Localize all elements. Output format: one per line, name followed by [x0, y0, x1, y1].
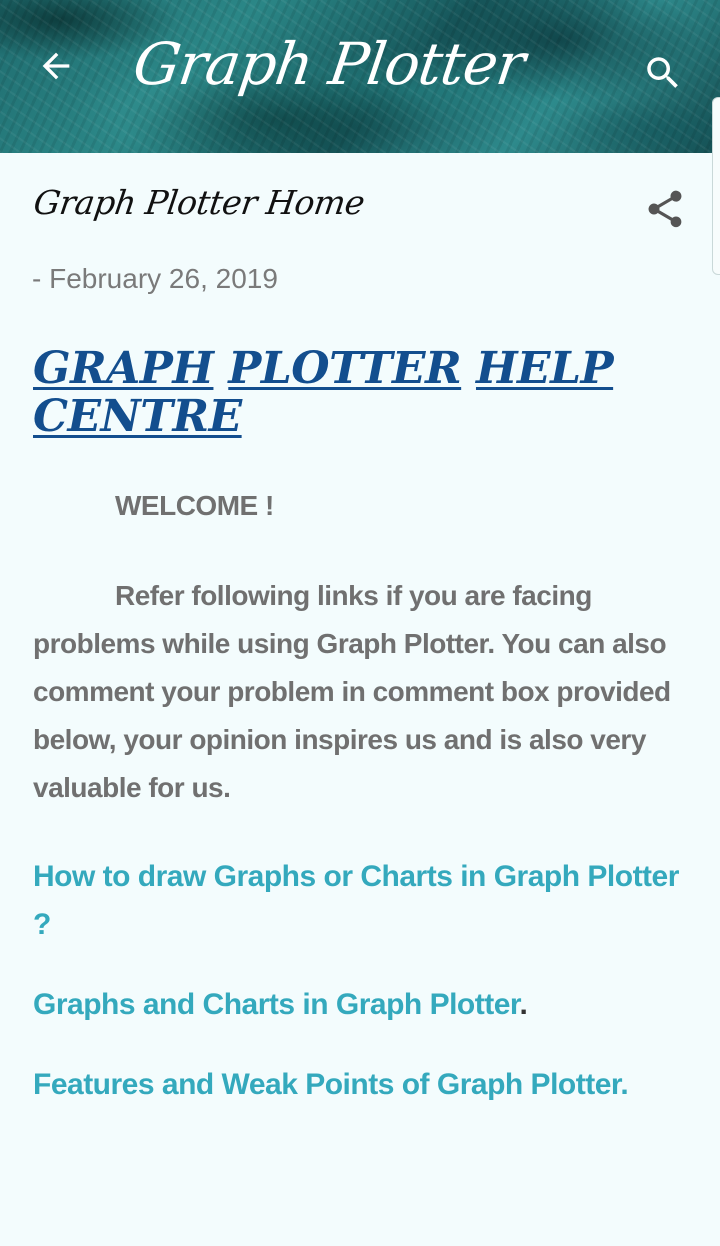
search-icon	[647, 57, 678, 88]
help-links: How to draw Graphs or Charts in Graph Pl…	[33, 853, 683, 1109]
link-graphs-charts[interactable]: Graphs and Charts in Graph Plotter	[33, 988, 520, 1021]
help-centre-heading[interactable]: GRAPH PLOTTER HELP CENTRE	[33, 345, 633, 441]
link-graphs-charts-row: Graphs and Charts in Graph Plotter.	[33, 981, 683, 1029]
welcome-text: WELCOME !	[115, 490, 274, 521]
search-button[interactable]	[642, 52, 684, 94]
arrow-back-icon	[42, 52, 70, 80]
post-title[interactable]: Graph Plotter Home	[31, 183, 367, 222]
link-suffix: .	[519, 988, 528, 1021]
share-button[interactable]	[643, 186, 687, 232]
heading-word[interactable]: CENTRE	[33, 391, 242, 442]
scroll-tab[interactable]	[712, 97, 720, 275]
intro-paragraph: Refer following links if you are facing …	[33, 580, 671, 803]
post-date: - February 26, 2019	[32, 263, 278, 294]
heading-word[interactable]: HELP	[476, 343, 614, 394]
site-title[interactable]: Graph Plotter	[129, 30, 528, 98]
share-icon	[648, 190, 682, 228]
back-button[interactable]	[36, 46, 76, 86]
link-draw-graphs[interactable]: How to draw Graphs or Charts in Graph Pl…	[33, 853, 683, 949]
heading-word[interactable]: PLOTTER	[228, 343, 461, 394]
header-banner: Graph Plotter	[0, 0, 720, 153]
link-features-weak-points[interactable]: Features and Weak Points of Graph Plotte…	[33, 1061, 683, 1109]
heading-word[interactable]: GRAPH	[33, 343, 214, 394]
